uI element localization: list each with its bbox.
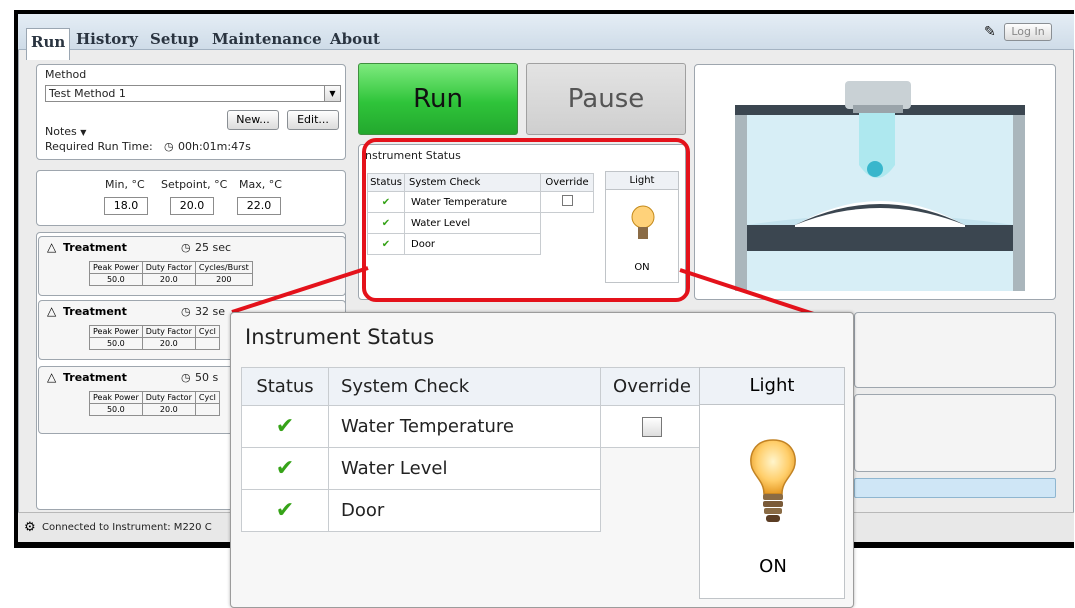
system-check-label: Water Level [328, 447, 601, 490]
light-header: Light [700, 368, 844, 405]
column-header: Status [241, 367, 329, 406]
column-header: System Check [328, 367, 601, 406]
instrument-status-table: Status System Check Override ✔ Water Tem… [241, 367, 704, 532]
status-check-icon: ✔ [241, 405, 329, 448]
light-state: ON [759, 556, 787, 577]
instrument-status-title: Instrument Status [245, 325, 435, 349]
light-indicator: Light ON [699, 367, 845, 599]
system-check-label: Water Temperature [328, 405, 601, 448]
system-check-label: Door [328, 489, 601, 532]
column-header: Override [600, 367, 704, 406]
override-checkbox[interactable] [642, 417, 662, 437]
instrument-status-panel-zoom: Instrument Status Status System Check Ov… [230, 312, 854, 608]
light-bulb-icon [750, 439, 796, 522]
status-check-icon: ✔ [241, 489, 329, 532]
status-check-icon: ✔ [241, 447, 329, 490]
